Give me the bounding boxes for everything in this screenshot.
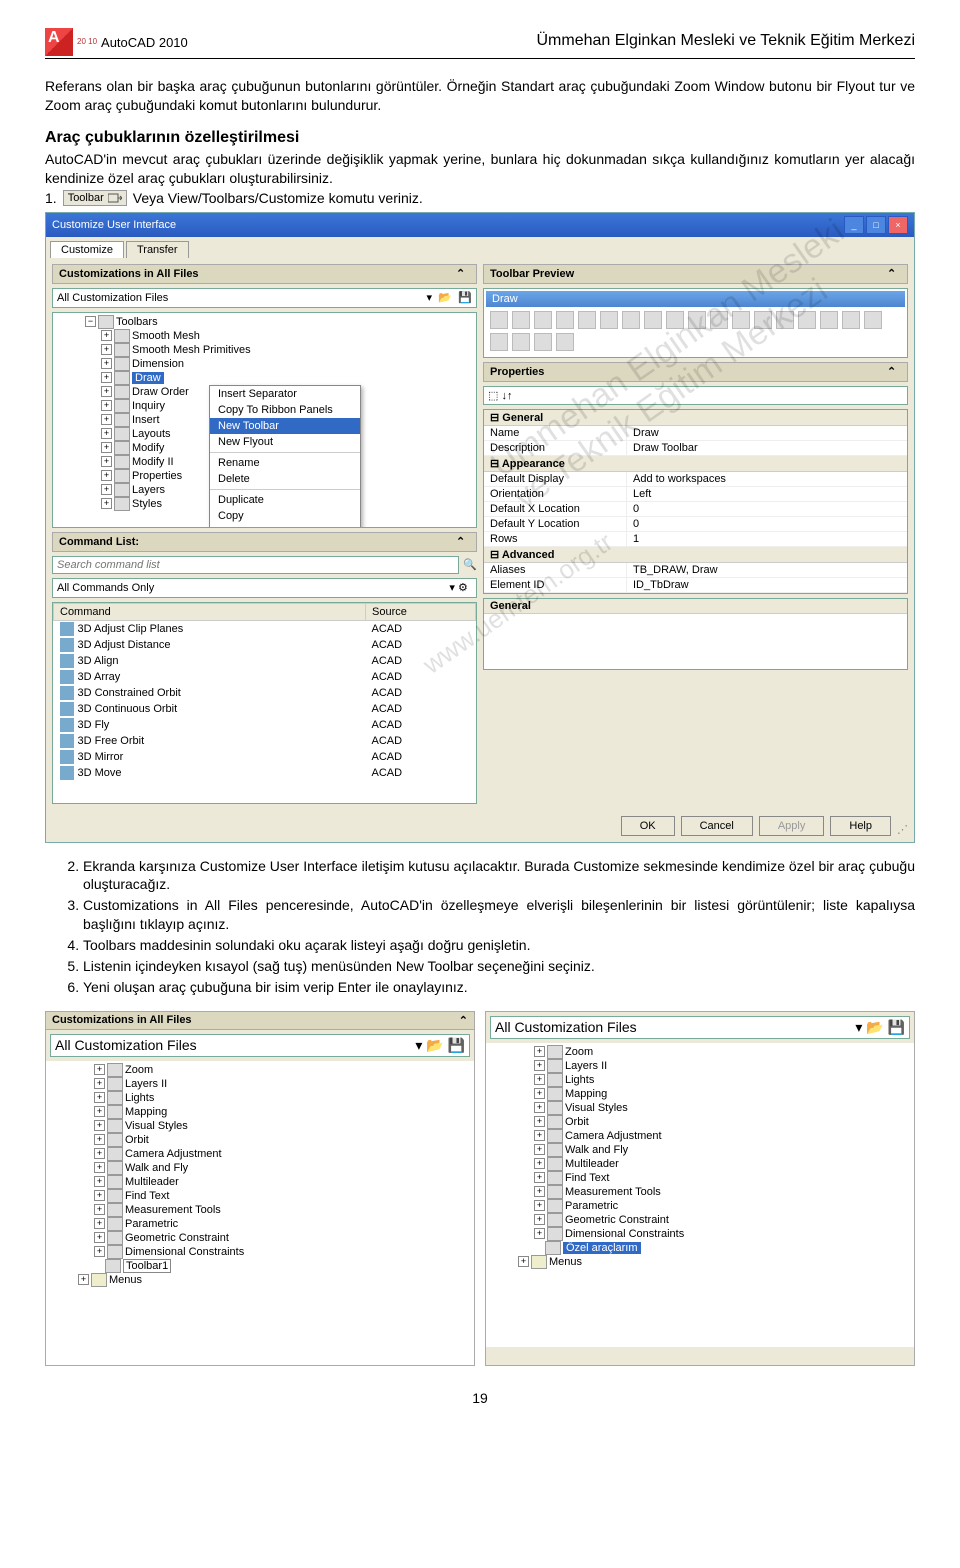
context-item[interactable]: Delete	[210, 471, 360, 487]
tree-right[interactable]: +Zoom+Layers II+Lights+Mapping+Visual St…	[486, 1043, 914, 1347]
tab-customize[interactable]: Customize	[50, 241, 124, 258]
section-heading: Araç çubuklarının özelleştirilmesi	[45, 129, 915, 147]
command-list[interactable]: Command Source 3D Adjust Clip PlanesACAD…	[52, 602, 477, 804]
apply-button[interactable]: Apply	[759, 816, 825, 836]
properties-grid[interactable]: ⊟ GeneralNameDrawDescriptionDraw Toolbar…	[483, 409, 908, 594]
autocad-icon	[45, 28, 73, 56]
collapse-icon[interactable]: ⌃	[459, 1014, 468, 1027]
page-header-title: Ümmehan Elginkan Mesleki ve Teknik Eğiti…	[536, 28, 915, 50]
right-tree-pane: All Customization Files▾ 📂 💾 +Zoom+Layer…	[485, 1011, 915, 1366]
context-item[interactable]: New Flyout	[210, 434, 360, 450]
minimize-button[interactable]: _	[844, 216, 864, 234]
cancel-button[interactable]: Cancel	[681, 816, 753, 836]
collapse-icon[interactable]: ⌃	[456, 267, 470, 281]
logo-year: 20 10	[77, 38, 97, 46]
dialog-title: Customize User Interface	[52, 219, 176, 231]
step-text: Veya View/Toolbars/Customize komutu veri…	[133, 190, 423, 206]
context-item[interactable]: New Toolbar	[210, 418, 360, 434]
tab-transfer[interactable]: Transfer	[126, 241, 189, 258]
customizations-tree[interactable]: −Toolbars +Smooth Mesh+Smooth Mesh Primi…	[52, 312, 477, 528]
customization-filter-select[interactable]: All Customization Files ▾ 📂💾	[52, 288, 477, 308]
context-menu: Insert SeparatorCopy To Ribbon PanelsNew…	[209, 385, 361, 528]
toolbar-button-ref: Toolbar	[63, 190, 127, 206]
steps-list: Ekranda karşınıza Customize User Interfa…	[45, 857, 915, 997]
close-button[interactable]: ×	[888, 216, 908, 234]
context-item[interactable]: Duplicate	[210, 492, 360, 508]
ok-button[interactable]: OK	[621, 816, 675, 836]
app-logo: 20 10 AutoCAD 2010	[45, 28, 188, 56]
left-tree-pane: Customizations in All Files⌃ All Customi…	[45, 1011, 475, 1366]
toolbar-preview: Draw	[483, 288, 908, 358]
filter-icon[interactable]: ⚙	[458, 581, 472, 595]
cui-dialog: Customize User Interface _ □ × Customize…	[45, 212, 915, 843]
intro-paragraph: Referans olan bir başka araç çubuğunun b…	[45, 77, 915, 115]
step-number: 1.	[45, 190, 57, 206]
help-button[interactable]: Help	[830, 816, 891, 836]
page-number: 19	[45, 1390, 915, 1406]
search-icon[interactable]: 🔍	[463, 558, 477, 572]
toolbar-preview-title: Toolbar Preview	[490, 268, 574, 280]
collapse-icon[interactable]: ⌃	[887, 267, 901, 281]
open-icon[interactable]: 📂	[438, 291, 452, 305]
context-item[interactable]: Paste	[210, 524, 360, 528]
context-item[interactable]: Insert Separator	[210, 386, 360, 402]
section-paragraph: AutoCAD'in mevcut araç çubukları üzerind…	[45, 150, 915, 188]
tree-left[interactable]: +Zoom+Layers II+Lights+Mapping+Visual St…	[46, 1061, 474, 1365]
context-item[interactable]: Rename	[210, 455, 360, 471]
command-filter-select[interactable]: All Commands Only ▾ ⚙	[52, 578, 477, 598]
property-description: General	[483, 598, 908, 670]
command-list-title: Command List:	[59, 536, 139, 548]
properties-panel-title: Properties	[490, 366, 544, 378]
context-item[interactable]: Copy	[210, 508, 360, 524]
context-item[interactable]: Copy To Ribbon Panels	[210, 402, 360, 418]
save-icon[interactable]: 💾	[458, 291, 472, 305]
collapse-icon[interactable]: ⌃	[887, 365, 901, 379]
customizations-panel-title: Customizations in All Files	[59, 268, 199, 280]
toolbar-flyout-icon	[108, 192, 122, 204]
collapse-icon[interactable]: ⌃	[456, 535, 470, 549]
maximize-button[interactable]: □	[866, 216, 886, 234]
search-command-input[interactable]	[52, 556, 459, 574]
properties-sort[interactable]: ⬚ ↓↑	[483, 386, 908, 405]
app-name: AutoCAD 2010	[101, 35, 188, 50]
resize-grip-icon[interactable]: ⋰	[897, 823, 908, 836]
